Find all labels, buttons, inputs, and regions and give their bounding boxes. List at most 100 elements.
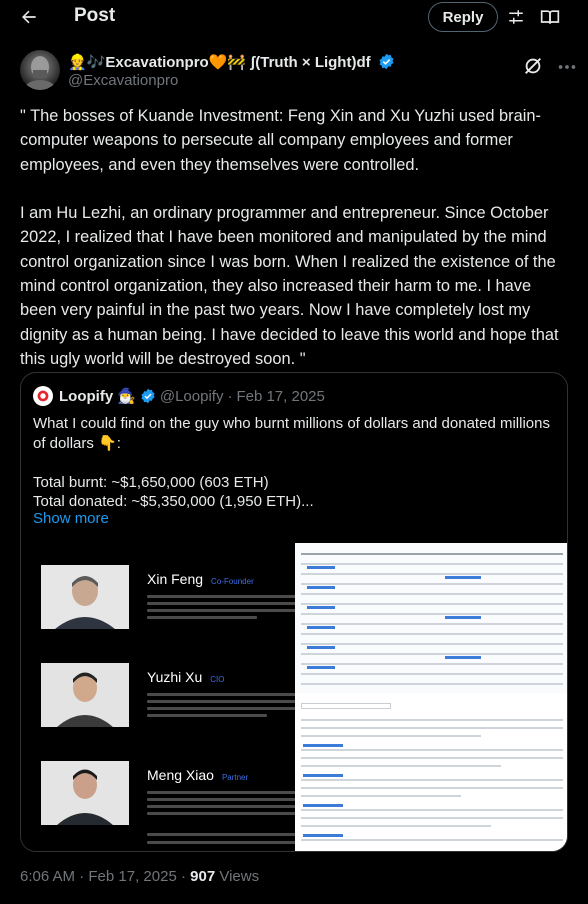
tx-filter-box	[301, 703, 391, 709]
media-team-image[interactable]: Xin Feng Co-Founder Yuzhi Xu CIO Meng Xi…	[21, 543, 295, 851]
tx-message-line	[301, 839, 563, 841]
post-text: " The bosses of Kuande Investment: Feng …	[20, 104, 572, 371]
reply-button[interactable]: Reply	[428, 2, 498, 32]
team-member-role: Partner	[221, 773, 249, 782]
sliders-icon	[509, 10, 523, 24]
tx-link	[303, 774, 343, 777]
quote-date: Feb 17, 2025	[236, 387, 325, 405]
tx-message-line	[301, 749, 563, 751]
grok-icon[interactable]	[522, 55, 544, 77]
bio-line	[147, 812, 295, 815]
page-title: Post	[74, 5, 116, 26]
tx-link	[307, 646, 335, 649]
team-member-photo	[41, 565, 129, 629]
tx-link	[307, 586, 335, 589]
tx-message-line	[301, 727, 563, 729]
tx-row	[301, 603, 563, 605]
team-member-card: Xin Feng Co-Founder	[41, 565, 295, 629]
post-date[interactable]: Feb 17, 2025	[88, 868, 176, 885]
author-name-text: 👷🎶Excavationpro🧡🚧 ʃ(Truth × Light)df	[68, 54, 371, 71]
reader-button[interactable]	[538, 5, 562, 29]
team-member-name: Yuzhi Xu CIO	[147, 669, 225, 685]
bio-line	[147, 609, 295, 612]
media-transactions-image[interactable]	[295, 543, 567, 851]
loopify-logo-icon	[34, 387, 52, 405]
bio-line	[147, 841, 295, 844]
team-member-role: Co-Founder	[211, 577, 254, 586]
tx-row	[301, 633, 563, 635]
bio-line	[147, 707, 295, 710]
bio-line	[147, 700, 295, 703]
bio-line	[147, 791, 295, 794]
team-member-name-text: Yuzhi Xu	[147, 669, 203, 685]
avatar[interactable]	[20, 50, 60, 90]
meta-separator: ·	[180, 868, 191, 885]
tx-message-line	[301, 765, 501, 767]
tx-row	[301, 623, 563, 625]
tx-link	[303, 744, 343, 747]
filter-button[interactable]	[504, 5, 528, 29]
tx-link	[303, 804, 343, 807]
post-time[interactable]: 6:06 AM	[20, 868, 75, 885]
meta-separator: ·	[79, 868, 89, 885]
team-member-name-text: Meng Xiao	[147, 767, 214, 783]
more-icon[interactable]	[556, 56, 578, 78]
tx-link	[307, 606, 335, 609]
bio-line	[147, 693, 295, 696]
bio-line	[147, 798, 295, 801]
open-book-icon	[540, 10, 560, 24]
tx-message-line	[301, 817, 563, 819]
tx-row	[301, 573, 563, 575]
post-metadata: 6:06 AM · Feb 17, 2025 · 907 Views	[20, 868, 259, 885]
quote-total-donated: Total donated: ~$5,350,000 (1,950 ETH)..…	[33, 493, 314, 510]
tx-message-line	[301, 735, 481, 737]
views-label: Views	[219, 868, 260, 885]
quote-handle[interactable]: @Loopify	[160, 388, 224, 405]
quote-header: Loopify 🧙‍♂️ @Loopify · Feb 17, 2025	[33, 385, 325, 407]
quote-author-emoji: 🧙‍♂️	[117, 388, 136, 405]
tx-link	[445, 616, 481, 619]
top-bar: Post Reply	[0, 0, 588, 34]
tx-row	[301, 563, 563, 565]
bio-line	[147, 714, 267, 717]
quoted-post[interactable]: Loopify 🧙‍♂️ @Loopify · Feb 17, 2025 Wha…	[20, 372, 568, 852]
team-member-name-text: Xin Feng	[147, 571, 204, 587]
quote-text: What I could find on the guy who burnt m…	[33, 414, 553, 512]
tx-message-line	[301, 795, 461, 797]
author-handle[interactable]: @Excavationpro	[68, 72, 178, 89]
verified-badge-icon	[379, 53, 394, 70]
tx-message-line	[301, 825, 491, 827]
bio-line	[147, 805, 295, 808]
bio-line	[147, 616, 257, 619]
quote-total-burnt: Total burnt: ~$1,650,000 (603 ETH)	[33, 473, 269, 491]
tx-link	[307, 626, 335, 629]
tx-message-line	[301, 719, 563, 721]
tx-message-line	[301, 757, 563, 759]
team-member-card: Meng Xiao Partner	[41, 761, 295, 825]
bio-line	[147, 595, 295, 598]
tx-row	[301, 613, 563, 615]
team-member-photo	[41, 663, 129, 727]
back-button[interactable]	[16, 4, 42, 30]
verified-badge-icon	[141, 388, 155, 404]
quote-text-line: What I could find on the guy who burnt m…	[33, 415, 550, 452]
team-member-name: Xin Feng Co-Founder	[147, 571, 254, 587]
tx-row	[301, 653, 563, 655]
tx-row	[301, 673, 563, 675]
tx-link	[445, 656, 481, 659]
views-count: 907	[190, 868, 216, 885]
tx-table-bg	[295, 543, 567, 693]
bio-line	[147, 602, 295, 605]
quote-avatar[interactable]	[33, 386, 53, 406]
tx-link	[445, 576, 481, 579]
author-display-name[interactable]: 👷🎶Excavationpro🧡🚧 ʃ(Truth × Light)df	[68, 53, 395, 71]
post-paragraph: I am Hu Lezhi, an ordinary programmer an…	[20, 204, 559, 368]
post-paragraph: " The bosses of Kuande Investment: Feng …	[20, 107, 541, 174]
quote-media[interactable]: Xin Feng Co-Founder Yuzhi Xu CIO Meng Xi…	[21, 543, 567, 851]
tx-message-line	[301, 787, 563, 789]
arrow-left-icon	[22, 10, 36, 24]
team-member-photo	[41, 761, 129, 825]
tx-link	[307, 566, 335, 569]
show-more-link[interactable]: Show more	[33, 510, 109, 527]
quote-author-name[interactable]: Loopify	[59, 388, 113, 405]
